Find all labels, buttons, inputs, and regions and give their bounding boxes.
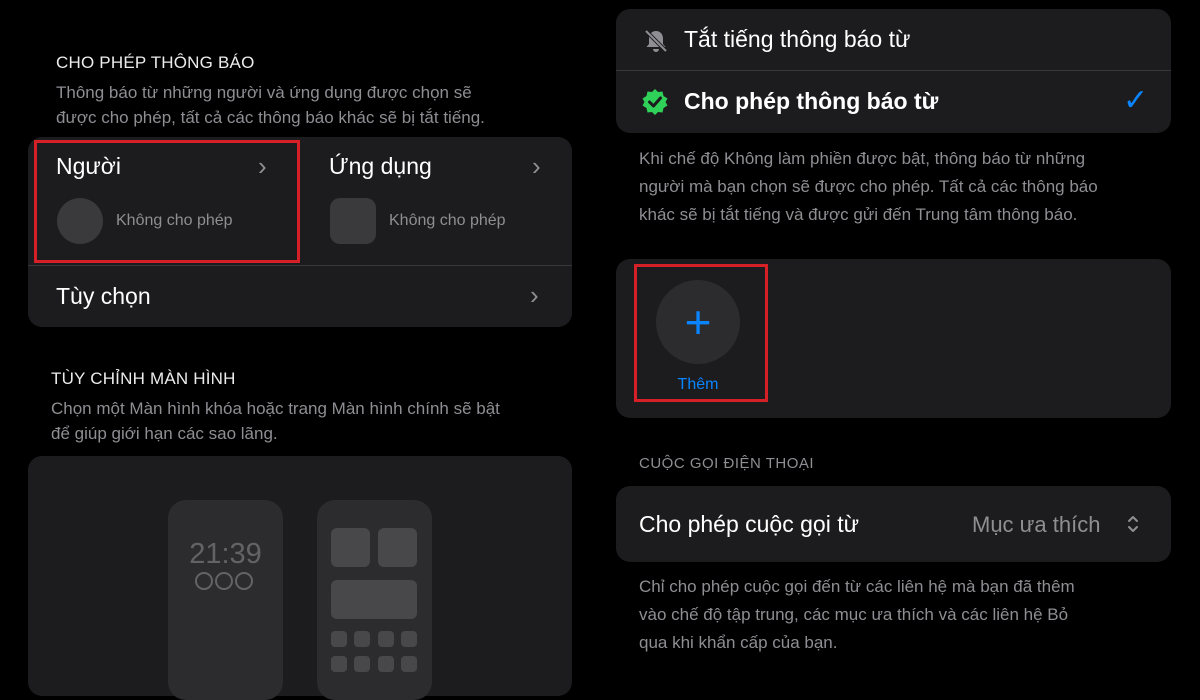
allow-calls-value[interactable]: Mục ưa thích (972, 512, 1100, 538)
silence-row[interactable]: Tắt tiếng thông báo từ (616, 9, 1171, 70)
chevron-right-icon: › (530, 280, 539, 310)
info-description: Khi chế độ Không làm phiền được bật, thô… (639, 149, 1098, 224)
app-tile (378, 656, 394, 672)
chevron-up-down-icon (1126, 514, 1140, 534)
app-icon-placeholder (330, 198, 376, 244)
allow-calls-label: Cho phép cuộc gọi từ (639, 511, 859, 537)
notifications-description: Thông báo từ những người và ứng dụng đượ… (56, 83, 485, 127)
lock-widgets (195, 572, 257, 590)
lock-screen-preview[interactable]: 21:39 (168, 500, 283, 700)
add-highlight-box (634, 264, 768, 402)
home-screen-preview[interactable] (317, 500, 432, 700)
customize-description: Chọn một Màn hình khóa hoặc trang Màn hì… (51, 399, 500, 443)
mode-card: Tắt tiếng thông báo từ Cho phép thông bá… (616, 9, 1171, 133)
widget-tile (378, 528, 417, 567)
chevron-right-icon: › (532, 151, 541, 181)
app-tile (401, 631, 417, 647)
widget-tile (331, 528, 370, 567)
screens-card: 21:39 (28, 456, 572, 700)
app-tile (354, 631, 370, 647)
lock-time: 21:39 (189, 538, 262, 570)
customize-section-title: TÙY CHỈNH MÀN HÌNH (51, 369, 236, 388)
allow-calls-row[interactable]: Cho phép cuộc gọi từ Mục ưa thích (616, 486, 1171, 562)
app-tile (331, 656, 347, 672)
options-row[interactable]: Tùy chọn › (28, 266, 572, 327)
app-tile (401, 656, 417, 672)
silence-label: Tắt tiếng thông báo từ (684, 26, 911, 52)
calls-description: Chỉ cho phép cuộc gọi đến từ các liên hệ… (639, 577, 1075, 652)
checkmark-icon: ✓ (1123, 84, 1149, 117)
app-tile (378, 631, 394, 647)
apps-status: Không cho phép (389, 212, 506, 229)
app-tile (331, 631, 347, 647)
notifications-section-title: CHO PHÉP THÔNG BÁO (56, 53, 255, 72)
apps-label: Ứng dụng (329, 153, 432, 179)
allow-label: Cho phép thông báo từ (684, 88, 939, 114)
options-label: Tùy chọn (56, 283, 151, 309)
calls-section-title: CUỘC GỌI ĐIỆN THOẠI (639, 455, 815, 472)
verified-badge-icon (640, 87, 670, 117)
widget-wide (331, 580, 417, 619)
apps-cell[interactable]: Ứng dụng › Không cho phép (300, 137, 572, 265)
people-highlight-box (34, 140, 300, 263)
allow-row[interactable]: Cho phép thông báo từ ✓ (616, 71, 1171, 133)
app-tile (354, 656, 370, 672)
bell-slash-icon (642, 27, 670, 55)
calls-card: Cho phép cuộc gọi từ Mục ưa thích (616, 486, 1171, 562)
